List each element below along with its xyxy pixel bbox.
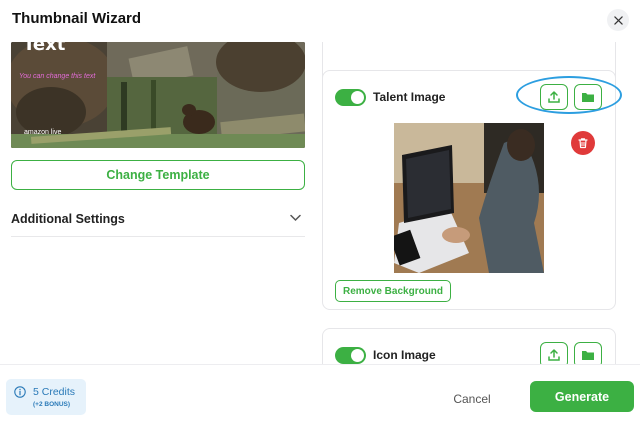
- icon-image-label: Icon Image: [373, 348, 436, 362]
- chevron-down-icon: [290, 214, 301, 222]
- trash-icon: [578, 138, 588, 149]
- icon-image-toggle[interactable]: [335, 347, 366, 364]
- additional-settings-toggle[interactable]: Additional Settings: [11, 205, 305, 237]
- folder-icon: [582, 93, 594, 102]
- preview-overlay-title: Text: [23, 42, 66, 55]
- cancel-button[interactable]: Cancel: [430, 389, 514, 409]
- remove-background-button[interactable]: Remove Background: [335, 280, 452, 302]
- generate-button[interactable]: Generate: [530, 381, 634, 412]
- icon-browse-button[interactable]: [574, 342, 602, 364]
- image-settings-pane[interactable]: Talent Image Remove Background Icon Imag…: [322, 42, 616, 364]
- thumbnail-wizard-modal: Thumbnail Wizard Text You can change thi…: [0, 0, 640, 425]
- preview-overlay-subtitle: You can change this text: [19, 73, 96, 80]
- talent-image-toggle[interactable]: [335, 89, 366, 106]
- credits-count: 5 Credits: [33, 386, 76, 398]
- folder-icon: [582, 351, 594, 360]
- info-icon: [14, 386, 26, 398]
- upload-icon: [548, 91, 560, 103]
- modal-footer: 5 Credits (+2 BONUS) Cancel Generate: [0, 364, 640, 425]
- template-preview: Text You can change this text amazon liv…: [11, 42, 305, 148]
- delete-talent-image-button[interactable]: [571, 131, 595, 155]
- close-button[interactable]: [607, 9, 629, 31]
- change-template-button[interactable]: Change Template: [11, 160, 305, 190]
- additional-settings-label: Additional Settings: [11, 212, 125, 226]
- talent-image-preview: [394, 123, 544, 273]
- talent-image-card: Talent Image Remove Background: [322, 70, 616, 310]
- credits-badge[interactable]: 5 Credits (+2 BONUS): [6, 379, 86, 415]
- preview-brand-label: amazon live: [24, 129, 62, 136]
- talent-upload-button[interactable]: [540, 84, 568, 110]
- close-icon: [613, 15, 623, 25]
- icon-image-card: Icon Image: [322, 328, 616, 364]
- upload-icon: [548, 349, 560, 361]
- modal-title: Thumbnail Wizard: [12, 10, 142, 27]
- talent-browse-button[interactable]: [574, 84, 602, 110]
- icon-upload-button[interactable]: [540, 342, 568, 364]
- talent-photo-image: [394, 123, 544, 273]
- talent-image-label: Talent Image: [373, 90, 446, 104]
- credits-bonus: (+2 BONUS): [33, 401, 71, 408]
